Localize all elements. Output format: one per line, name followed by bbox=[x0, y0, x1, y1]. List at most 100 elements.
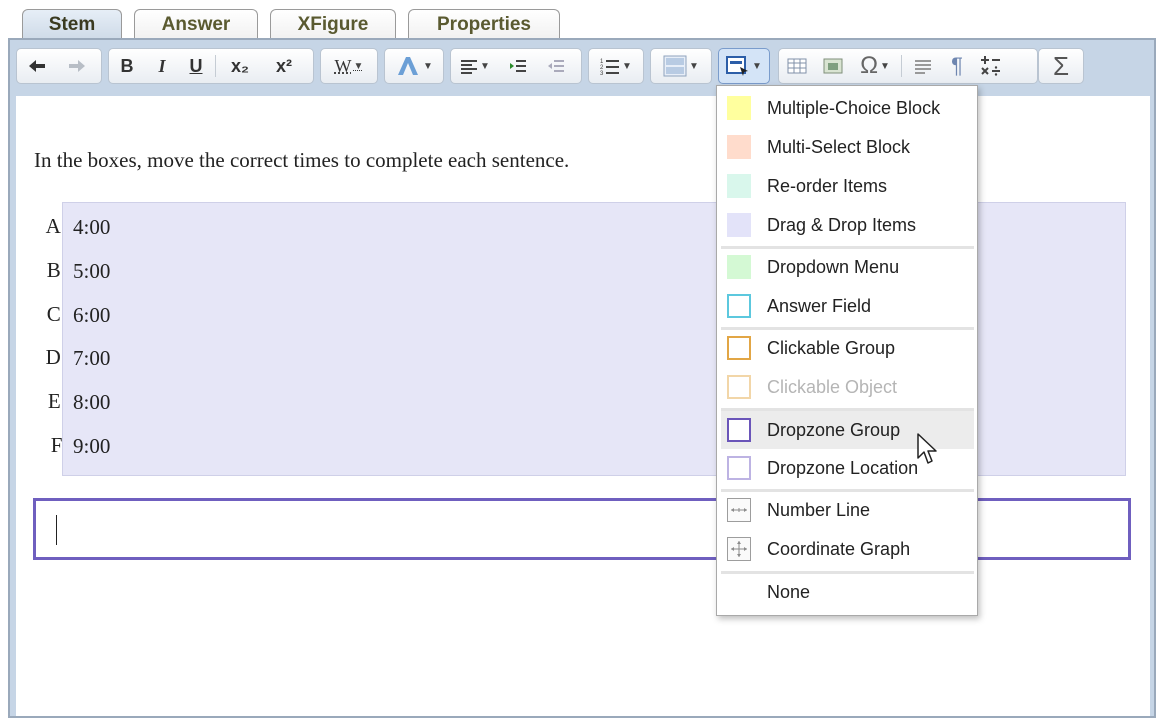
show-blocks-button[interactable]: ¶ bbox=[942, 51, 972, 81]
format-separator bbox=[215, 55, 216, 77]
menu-item-coordinate-graph[interactable]: Coordinate Graph bbox=[721, 531, 974, 567]
chevron-down-icon: ▼ bbox=[423, 60, 433, 72]
chevron-down-icon: ▼ bbox=[622, 60, 632, 72]
table-icon bbox=[787, 58, 807, 74]
menu-item-dropdown-menu[interactable]: Dropdown Menu bbox=[721, 249, 974, 285]
question-stem: In the boxes, move the correct times to … bbox=[34, 148, 570, 172]
menu-item-label: Dropdown Menu bbox=[767, 256, 900, 277]
menu-item-label: Re-order Items bbox=[767, 175, 888, 196]
menu-item-re-order-items[interactable]: Re-order Items bbox=[721, 168, 974, 204]
insert-group: Ω ▼ ¶ bbox=[778, 48, 1038, 84]
tab-properties[interactable]: Properties bbox=[408, 9, 560, 39]
italic-label: I bbox=[158, 55, 166, 76]
numbered-list-button[interactable]: 1 2 3 ▼ bbox=[589, 51, 643, 81]
editor-content[interactable]: In the boxes, move the correct times to … bbox=[16, 96, 1150, 716]
chevron-down-icon: ▼ bbox=[480, 60, 490, 72]
tab-answer-label: Answer bbox=[161, 13, 231, 35]
menu-item-label: Clickable Object bbox=[767, 376, 898, 397]
choice-item[interactable]: 9:00 bbox=[73, 434, 110, 459]
dropzone-group-swatch-icon bbox=[727, 418, 751, 442]
bold-label: B bbox=[120, 55, 134, 76]
redo-button[interactable] bbox=[57, 51, 97, 81]
clickable-group-swatch-icon bbox=[727, 336, 751, 360]
menu-item-label: None bbox=[767, 581, 811, 602]
menu-item-label: Dropzone Group bbox=[767, 419, 901, 440]
menu-item-multiple-choice-block[interactable]: Multiple-Choice Block bbox=[721, 90, 974, 126]
list-group: 1 2 3 ▼ bbox=[588, 48, 644, 84]
tab-xfigure-label: XFigure bbox=[297, 13, 369, 35]
insert-image-button[interactable] bbox=[815, 51, 851, 81]
choice-item[interactable]: 8:00 bbox=[73, 390, 110, 415]
text-cursor bbox=[56, 515, 57, 545]
underline-label: U bbox=[189, 55, 203, 76]
align-button[interactable]: ▼ bbox=[451, 51, 499, 81]
undo-button[interactable] bbox=[17, 51, 57, 81]
interaction-icon bbox=[726, 56, 749, 76]
re-order-swatch-icon bbox=[727, 174, 751, 198]
choice-item[interactable]: 6:00 bbox=[73, 303, 110, 328]
underline-button[interactable]: U bbox=[179, 51, 213, 81]
font-color-icon bbox=[398, 57, 419, 75]
chevron-down-icon: ▼ bbox=[880, 60, 890, 72]
parts-group: ▼ bbox=[650, 48, 712, 84]
chevron-down-icon: ▼ bbox=[353, 60, 364, 72]
insert-table-button[interactable] bbox=[779, 51, 815, 81]
italic-button[interactable]: I bbox=[145, 51, 179, 81]
interaction-type-menu: Multiple-Choice Block Multi-Select Block… bbox=[716, 85, 978, 616]
menu-item-drag-drop-items[interactable]: Drag & Drop Items bbox=[721, 207, 974, 243]
subscript-button[interactable]: x₂ bbox=[218, 51, 262, 81]
font-color-button[interactable]: ▼ bbox=[385, 51, 443, 81]
dropdown-menu-swatch-icon bbox=[727, 255, 751, 279]
menu-item-label: Multiple-Choice Block bbox=[767, 97, 941, 118]
number-line-icon bbox=[727, 498, 751, 522]
tab-stem-label: Stem bbox=[48, 13, 96, 35]
menu-item-label: Drag & Drop Items bbox=[767, 214, 917, 235]
superscript-button[interactable]: x² bbox=[262, 51, 306, 81]
undo-icon bbox=[29, 60, 45, 72]
special-character-button[interactable]: Ω ▼ bbox=[851, 51, 899, 81]
indent-button[interactable] bbox=[499, 51, 537, 81]
indent-icon bbox=[510, 60, 526, 72]
sigma-icon: Σ bbox=[1052, 50, 1070, 81]
choice-item[interactable]: 7:00 bbox=[73, 346, 110, 371]
multiple-choice-swatch-icon bbox=[727, 96, 751, 120]
numbered-list-icon: 123 bbox=[600, 59, 620, 75]
tab-xfigure[interactable]: XFigure bbox=[270, 9, 396, 39]
choice-item[interactable]: 4:00 bbox=[73, 215, 110, 240]
paragraph-format-button[interactable] bbox=[904, 51, 942, 81]
editor-tabs: Stem Answer XFigure Properties bbox=[22, 9, 572, 39]
tab-stem[interactable]: Stem bbox=[22, 9, 122, 39]
editor-frame: B I U x₂ x² W ▼ ▼ ▼ 1 2 3 ▼ ▼ ▼ Ω ▼ ¶ Σ … bbox=[8, 38, 1156, 718]
clickable-object-swatch-icon bbox=[727, 375, 751, 399]
format-group: B I U x₂ x² bbox=[108, 48, 314, 84]
paragraph-lines-icon bbox=[915, 60, 931, 74]
history-group bbox=[16, 48, 102, 84]
choice-item[interactable]: 5:00 bbox=[73, 259, 110, 284]
menu-item-clickable-object: Clickable Object bbox=[721, 369, 974, 405]
menu-item-none[interactable]: None bbox=[721, 574, 974, 610]
alignment-group: ▼ bbox=[450, 48, 582, 84]
menu-item-multi-select-block[interactable]: Multi-Select Block bbox=[721, 129, 974, 165]
parts-button[interactable]: ▼ bbox=[651, 51, 711, 81]
interaction-group: ▼ bbox=[718, 48, 770, 84]
subscript-label: x₂ bbox=[230, 55, 249, 76]
outdent-icon bbox=[548, 60, 564, 72]
svg-text:3: 3 bbox=[600, 71, 604, 75]
equation-button[interactable]: Σ bbox=[1039, 51, 1083, 81]
outdent-button[interactable] bbox=[537, 51, 575, 81]
math-operators-button[interactable] bbox=[972, 51, 1010, 81]
word-style-group: W ▼ bbox=[320, 48, 378, 84]
none-spacer bbox=[727, 580, 751, 604]
equation-group: Σ bbox=[1038, 48, 1084, 84]
tab-properties-label: Properties bbox=[437, 13, 531, 35]
coordinate-graph-icon bbox=[727, 537, 751, 561]
answer-field-swatch-icon bbox=[727, 294, 751, 318]
menu-item-clickable-group[interactable]: Clickable Group bbox=[721, 330, 974, 366]
bold-button[interactable]: B bbox=[109, 51, 145, 81]
word-style-button[interactable]: W ▼ bbox=[321, 51, 377, 81]
tab-answer[interactable]: Answer bbox=[134, 9, 258, 39]
menu-item-number-line[interactable]: Number Line bbox=[721, 492, 974, 528]
align-left-icon bbox=[461, 60, 478, 74]
menu-item-answer-field[interactable]: Answer Field bbox=[721, 288, 974, 324]
interaction-type-button[interactable]: ▼ bbox=[719, 51, 769, 81]
